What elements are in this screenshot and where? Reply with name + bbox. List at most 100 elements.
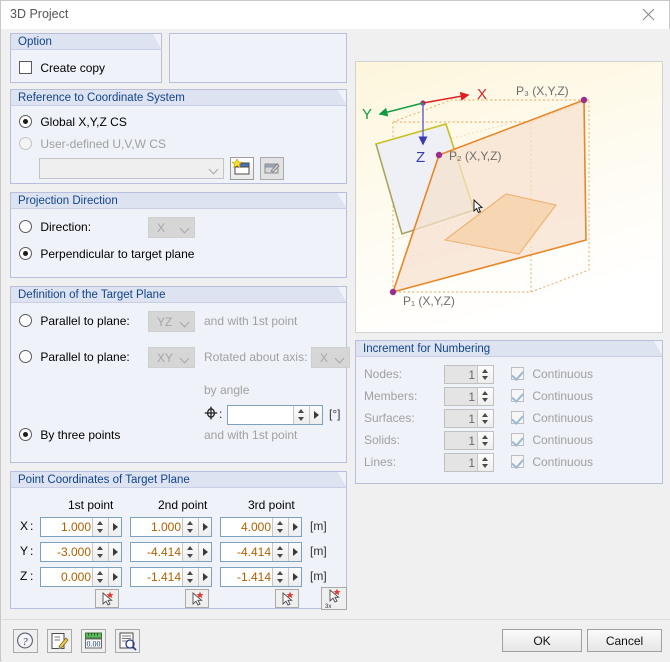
more-z-p2[interactable] — [198, 568, 211, 586]
stepper-z-p2[interactable] — [182, 568, 198, 586]
angle-symbol — [204, 406, 218, 423]
row-axis-label-z: Z — [20, 569, 28, 583]
increment-input-surfaces[interactable]: 1 — [444, 409, 494, 428]
perpendicular-radio[interactable] — [19, 247, 32, 261]
angle-more-button[interactable] — [309, 406, 322, 424]
parallel-plane-2-radio[interactable] — [19, 350, 32, 364]
increment-stepper-lines[interactable] — [477, 454, 493, 471]
create-copy-row[interactable]: Create copy — [19, 60, 105, 75]
direction-select[interactable]: X — [148, 217, 195, 238]
coordinate-input-x-p1[interactable]: 1.000 — [40, 517, 122, 537]
svg-text:3x: 3x — [325, 604, 331, 609]
increment-value-surfaces: 1 — [468, 412, 475, 426]
create-copy-label: Create copy — [40, 60, 106, 75]
report-icon[interactable] — [115, 629, 140, 653]
pick-point-3-icon[interactable] — [275, 589, 299, 608]
increment-input-nodes[interactable]: 1 — [444, 365, 494, 384]
stepper-z-p1[interactable] — [92, 568, 108, 586]
continuous-checkbox-solids[interactable] — [511, 433, 524, 447]
continuous-checkbox-nodes[interactable] — [511, 367, 524, 381]
row-separator-z: : — [30, 569, 34, 583]
stepper-y-p1[interactable] — [92, 543, 108, 561]
edit-coordinate-system-icon[interactable] — [260, 157, 284, 180]
coordinate-input-y-p2[interactable]: -4.414 — [130, 542, 212, 562]
coordinate-value-y-p3: -4.414 — [236, 545, 271, 559]
continuous-checkbox-lines[interactable] — [511, 455, 524, 469]
more-z-p1[interactable] — [108, 568, 121, 586]
rotated-axis-select[interactable]: X — [311, 347, 350, 368]
continuous-label-surfaces: Continuous — [532, 410, 594, 425]
parallel-plane-1-select[interactable]: YZ — [148, 311, 195, 332]
user-defined-cs-radio-row[interactable]: User-defined U,V,W CS — [19, 136, 166, 151]
coordinate-input-z-p1[interactable]: 0.000 — [40, 567, 122, 587]
continuous-row-members[interactable]: Continuous — [511, 388, 593, 403]
angle-input[interactable] — [227, 405, 323, 425]
more-y-p3[interactable] — [288, 543, 301, 561]
more-z-p3[interactable] — [288, 568, 301, 586]
edit-icon[interactable] — [47, 629, 72, 653]
stepper-y-p2[interactable] — [182, 543, 198, 561]
more-x-p1[interactable] — [108, 518, 121, 536]
coordinate-input-z-p2[interactable]: -1.414 — [130, 567, 212, 587]
global-cs-radio[interactable] — [19, 115, 32, 129]
stepper-x-p2[interactable] — [182, 518, 198, 536]
by-three-points-radio-row[interactable]: By three points — [19, 427, 120, 442]
create-copy-checkbox[interactable] — [19, 61, 32, 75]
user-defined-cs-radio[interactable] — [19, 137, 32, 151]
continuous-row-surfaces[interactable]: Continuous — [511, 410, 593, 425]
stepper-x-p1[interactable] — [92, 518, 108, 536]
increment-stepper-solids[interactable] — [477, 432, 493, 449]
continuous-row-lines[interactable]: Continuous — [511, 454, 593, 469]
coordinate-input-y-p1[interactable]: -3.000 — [40, 542, 122, 562]
node-p2 — [435, 151, 443, 159]
new-coordinate-system-icon[interactable] — [230, 157, 254, 180]
increment-input-lines[interactable]: 1 — [444, 453, 494, 472]
global-cs-radio-row[interactable]: Global X,Y,Z CS — [19, 114, 127, 129]
window-title: 3D Project — [10, 7, 69, 21]
projection-group-title: Projection Direction — [10, 192, 347, 209]
units-icon[interactable]: 0.00 — [81, 629, 106, 653]
continuous-row-solids[interactable]: Continuous — [511, 432, 593, 447]
stepper-x-p3[interactable] — [272, 518, 288, 536]
coordinate-input-z-p3[interactable]: -1.414 — [220, 567, 302, 587]
pick-point-2-icon[interactable] — [185, 589, 209, 608]
close-icon[interactable] — [627, 1, 669, 28]
direction-radio[interactable] — [19, 220, 32, 234]
more-x-p3[interactable] — [288, 518, 301, 536]
coordinate-input-y-p3[interactable]: -4.414 — [220, 542, 302, 562]
coordinate-system-select[interactable] — [39, 158, 224, 179]
more-y-p2[interactable] — [198, 543, 211, 561]
direction-radio-row[interactable]: Direction: — [19, 219, 91, 234]
angle-stepper[interactable] — [293, 406, 309, 424]
continuous-checkbox-surfaces[interactable] — [511, 411, 524, 425]
perpendicular-radio-row[interactable]: Perpendicular to target plane — [19, 246, 194, 261]
cancel-button[interactable]: Cancel — [587, 629, 662, 652]
stepper-z-p3[interactable] — [272, 568, 288, 586]
parallel-plane-1-radio-row[interactable]: Parallel to plane: — [19, 313, 130, 328]
more-y-p1[interactable] — [108, 543, 121, 561]
parallel-plane-1-radio[interactable] — [19, 314, 32, 328]
by-three-points-radio[interactable] — [19, 428, 32, 442]
pick-point-1-icon[interactable] — [95, 589, 119, 608]
more-x-p2[interactable] — [198, 518, 211, 536]
coordinate-input-x-p2[interactable]: 1.000 — [130, 517, 212, 537]
ok-button[interactable]: OK — [502, 629, 582, 652]
parallel-plane-2-select[interactable]: XY — [148, 347, 195, 368]
option-group-title: Option — [10, 33, 162, 50]
increment-stepper-members[interactable] — [477, 388, 493, 405]
continuous-row-nodes[interactable]: Continuous — [511, 366, 593, 381]
by-three-points-label: By three points — [40, 427, 121, 442]
increment-stepper-nodes[interactable] — [477, 366, 493, 383]
stepper-y-p3[interactable] — [272, 543, 288, 561]
increment-stepper-surfaces[interactable] — [477, 410, 493, 427]
chevron-down-icon — [181, 319, 188, 323]
continuous-checkbox-members[interactable] — [511, 389, 524, 403]
parallel-plane-2-radio-row[interactable]: Parallel to plane: — [19, 349, 130, 364]
option-group: Option Create copy — [10, 33, 162, 83]
preview-graphic: X Y Z P₁ (X,Y,Z) P₂ (X,Y,Z) P₃ (X,Y,Z) — [355, 61, 663, 333]
pick-three-points-icon[interactable]: 3x — [321, 587, 347, 610]
increment-input-solids[interactable]: 1 — [444, 431, 494, 450]
coordinate-input-x-p3[interactable]: 4.000 — [220, 517, 302, 537]
increment-input-members[interactable]: 1 — [444, 387, 494, 406]
help-icon[interactable]: ? — [13, 629, 38, 653]
